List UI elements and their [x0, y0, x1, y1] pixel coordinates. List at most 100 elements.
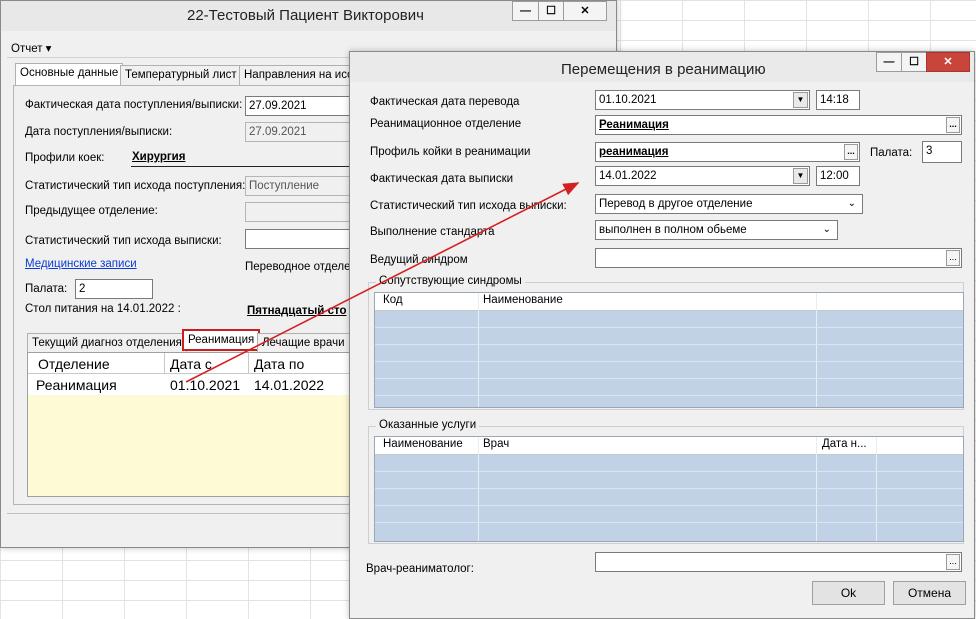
transfer-time-field[interactable]: 14:18 — [816, 90, 860, 110]
meal-value[interactable]: Пятнадцатый сто — [247, 305, 346, 317]
date-label: Дата поступления/выписки: — [25, 126, 173, 138]
chevron-down-icon: ⌄ — [847, 198, 856, 209]
standard-value: выполнен в полном обьеме — [599, 224, 747, 236]
bed-profile-label: Профиль койки в реанимации — [370, 146, 531, 158]
dropdown-arrow-icon[interactable]: ▼ — [793, 92, 808, 108]
meal-label: Стол питания на 14.01.2022 : — [25, 303, 181, 315]
standard-label: Выполнение стандарта — [370, 226, 495, 238]
col-divider — [478, 437, 479, 541]
syndromes-group-label: Сопутствующие синдромы — [376, 275, 525, 287]
col-service-name: Наименование — [383, 438, 463, 450]
row-date-to: 14.01.2022 — [254, 377, 325, 393]
transfer-date-field[interactable]: 01.10.2021 ▼ — [595, 90, 810, 110]
stat-out-label: Статистический тип исхода выписки: — [25, 235, 222, 247]
ellipsis-icon[interactable]: ... — [946, 554, 960, 570]
ward-field[interactable]: 2 — [75, 279, 153, 299]
col-divider — [164, 353, 165, 373]
dialog-title: Перемещения в реанимацию — [561, 61, 766, 78]
stat-out-select[interactable]: Перевод в другое отделение ⌄ — [595, 194, 863, 214]
col-divider — [816, 437, 817, 541]
col-code: Код — [383, 294, 403, 306]
ellipsis-icon[interactable]: ... — [946, 250, 960, 266]
row-divider — [375, 361, 963, 362]
dropdown-arrow-icon[interactable]: ▼ — [793, 168, 808, 184]
discharge-time-field[interactable]: 12:00 — [816, 166, 860, 186]
syndromes-grid-header: Код Наименование — [375, 293, 963, 311]
row-department: Реанимация — [36, 377, 117, 393]
dialog-titlebar: Перемещения в реанимацию — ☐ ✕ — [350, 52, 974, 82]
subtab-diagnosis[interactable]: Текущий диагноз отделения — [27, 333, 187, 353]
doctor-field[interactable]: ... — [595, 552, 962, 572]
chevron-down-icon: ⌄ — [822, 224, 831, 235]
stat-out-value: Перевод в другое отделение — [599, 198, 753, 210]
col-name: Наименование — [483, 294, 563, 306]
row-divider — [375, 327, 963, 328]
close-icon[interactable]: ✕ — [926, 52, 970, 72]
stat-in-label: Статистический тип исхода поступления: — [25, 180, 246, 192]
stat-out-label: Статистический тип исхода выписки: — [370, 200, 567, 212]
services-grid-header: Наименование Врач Дата н... — [375, 437, 963, 455]
minimize-icon[interactable]: — — [512, 1, 539, 21]
col-divider — [816, 293, 817, 407]
services-grid[interactable]: Наименование Врач Дата н... — [374, 436, 964, 542]
discharge-date-field[interactable]: 14.01.2022 ▼ — [595, 166, 810, 186]
maximize-icon[interactable]: ☐ — [901, 52, 927, 72]
row-divider — [375, 344, 963, 345]
col-divider — [248, 353, 249, 373]
row-divider — [375, 378, 963, 379]
row-divider — [375, 505, 963, 506]
subtab-doctors[interactable]: Лечащие врачи — [257, 333, 350, 353]
prev-dept-label: Предыдущее отделение: — [25, 205, 158, 217]
table-row[interactable]: Реанимация 01.10.2021 14.01.2022 — [28, 374, 358, 395]
bed-profile-value[interactable]: Хирургия — [132, 151, 185, 163]
ward-label: Палата: — [25, 283, 68, 295]
tab-temperature[interactable]: Температурный лист — [120, 65, 242, 85]
lead-syndrome-field[interactable]: ... — [595, 248, 962, 268]
discharge-date-label: Фактическая дата выписки — [370, 173, 514, 185]
row-date-from: 01.10.2021 — [170, 377, 241, 393]
ellipsis-icon[interactable]: ... — [844, 144, 858, 160]
ellipsis-icon[interactable]: ... — [946, 117, 960, 133]
lead-syndrome-label: Ведущий синдром — [370, 254, 468, 266]
transfer-date-label: Фактическая дата перевода — [370, 96, 520, 108]
row-divider — [375, 522, 963, 523]
bed-profile-field[interactable]: реанимация ... — [595, 142, 860, 162]
patient-window-title: 22-Тестовый Пациент Викторович — [187, 7, 424, 24]
stat-out-field[interactable] — [245, 229, 355, 249]
icu-dept-label: Реанимационное отделение — [370, 118, 522, 130]
stat-in-field: Поступление — [245, 176, 355, 196]
cancel-button[interactable]: Отмена — [893, 581, 966, 605]
col-date: Дата н... — [822, 438, 867, 450]
minimize-icon[interactable]: — — [876, 52, 902, 72]
transfer-date-value: 01.10.2021 — [599, 94, 657, 106]
patient-window-titlebar: 22-Тестовый Пациент Викторович — ☐ ✕ — [1, 1, 616, 31]
maximize-icon[interactable]: ☐ — [538, 1, 564, 21]
tab-directions[interactable]: Направления на иссл — [239, 65, 365, 85]
col-doctor: Врач — [483, 438, 510, 450]
col-date-from: Дата с — [170, 356, 212, 372]
close-icon[interactable]: ✕ — [563, 1, 607, 21]
reanimation-table: Отделение Дата с Дата по Реанимация 01.1… — [27, 352, 359, 497]
actual-date-label: Фактическая дата поступления/выписки: — [25, 99, 243, 111]
dialog-ward-label: Палата: — [870, 147, 913, 159]
doctor-label: Врач-реаниматолог: — [366, 563, 474, 575]
ok-button[interactable]: Ok — [812, 581, 885, 605]
medical-records-link[interactable]: Медицинские записи — [25, 258, 137, 270]
col-divider — [876, 437, 877, 541]
row-divider — [375, 395, 963, 396]
col-date-to: Дата по — [254, 356, 305, 372]
syndromes-grid[interactable]: Код Наименование — [374, 292, 964, 408]
report-menu[interactable]: Отчет ▾ — [11, 41, 51, 55]
transfer-dept-label: Переводное отделен — [245, 261, 357, 273]
col-divider — [478, 293, 479, 407]
standard-select[interactable]: выполнен в полном обьеме ⌄ — [595, 220, 838, 240]
row-divider — [375, 471, 963, 472]
services-group-label: Оказанные услуги — [376, 419, 480, 431]
dialog-ward-field[interactable]: 3 — [922, 141, 962, 163]
discharge-date-value: 14.01.2022 — [599, 170, 657, 182]
actual-date-field[interactable]: 27.09.2021 — [245, 96, 355, 116]
icu-dept-field[interactable]: Реанимация ... — [595, 115, 962, 135]
subtab-reanimation[interactable]: Реанимация — [182, 329, 261, 351]
reanimation-dialog: Перемещения в реанимацию — ☐ ✕ Фактическ… — [349, 51, 975, 619]
tab-main-data[interactable]: Основные данные — [15, 63, 124, 85]
